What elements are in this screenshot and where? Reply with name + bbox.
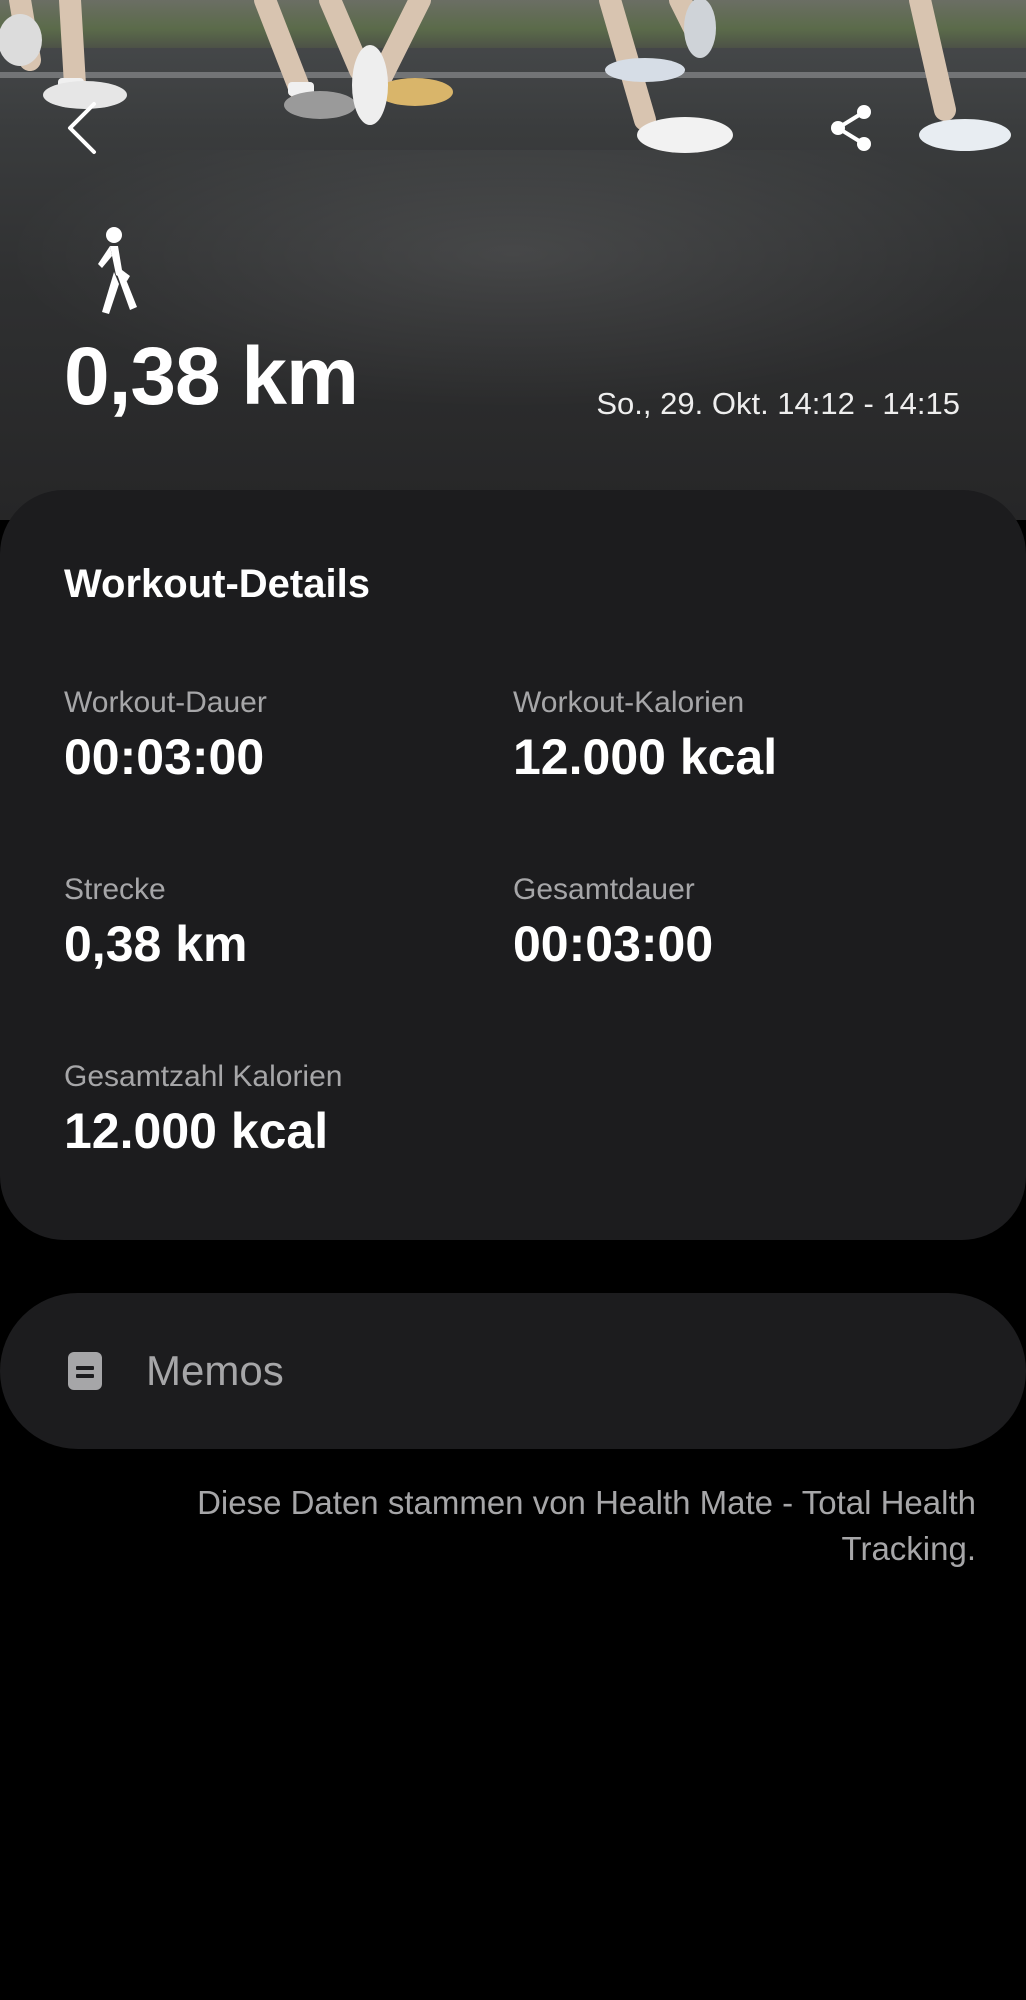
metric-label: Gesamtdauer	[513, 873, 695, 906]
workout-date-range: So., 29. Okt. 14:12 - 14:15	[596, 386, 960, 421]
metric-workout-duration: Workout-Dauer 00:03:00	[64, 686, 267, 785]
data-source-note: Diese Daten stammen von Health Mate - To…	[197, 1484, 976, 1567]
metric-value: 0,38 km	[64, 916, 248, 972]
metric-value: 00:03:00	[64, 729, 265, 785]
metric-total-duration: Gesamtdauer 00:03:00	[513, 873, 714, 972]
share-button[interactable]	[826, 102, 878, 154]
workout-details-title: Workout-Details	[64, 562, 370, 606]
metric-value: 12.000 kcal	[513, 729, 778, 785]
metric-label: Strecke	[64, 873, 166, 906]
metric-value: 00:03:00	[513, 916, 714, 972]
chevron-left-icon	[68, 102, 96, 154]
metric-total-calories: Gesamtzahl Kalorien 12.000 kcal	[64, 1060, 343, 1159]
note-icon	[68, 1352, 102, 1390]
metric-label: Workout-Dauer	[64, 686, 267, 719]
metric-distance: Strecke 0,38 km	[64, 873, 248, 972]
metric-label: Gesamtzahl Kalorien	[64, 1060, 343, 1093]
memos-label: Memos	[146, 1347, 284, 1394]
hero-header: 0,38 km So., 29. Okt. 14:12 - 14:15	[0, 0, 1026, 520]
metric-workout-calories: Workout-Kalorien 12.000 kcal	[513, 686, 778, 785]
hero-distance: 0,38 km	[64, 331, 359, 422]
metric-label: Workout-Kalorien	[513, 686, 745, 719]
share-icon	[831, 105, 871, 151]
back-button[interactable]	[56, 96, 112, 160]
walking-person-icon	[98, 227, 137, 314]
metric-value: 12.000 kcal	[64, 1103, 329, 1159]
